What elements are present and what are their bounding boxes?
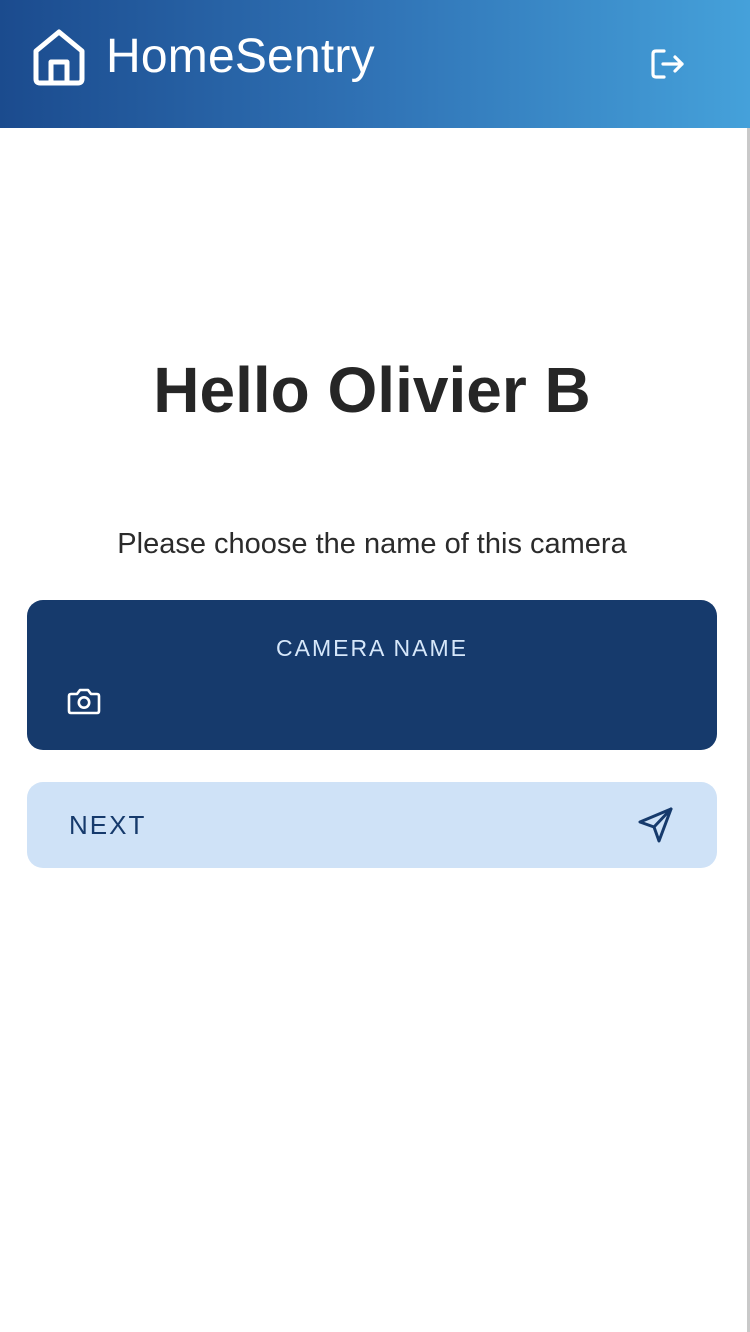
camera-name-field[interactable]: CAMERA NAME xyxy=(27,600,717,750)
camera-name-prompt: Please choose the name of this camera xyxy=(117,528,627,560)
greeting-heading: Hello Olivier B xyxy=(153,354,591,426)
camera-name-label: CAMERA NAME xyxy=(276,635,468,661)
next-button-label: NEXT xyxy=(69,810,147,840)
brand: HomeSentry xyxy=(30,26,375,88)
app-title: HomeSentry xyxy=(106,30,375,83)
next-button[interactable]: NEXT xyxy=(27,782,717,868)
logout-icon xyxy=(651,49,684,79)
app-header: HomeSentry xyxy=(0,0,750,128)
camera-name-input[interactable] xyxy=(119,680,679,722)
logout-button[interactable] xyxy=(640,36,696,92)
send-icon xyxy=(638,807,673,843)
camera-icon xyxy=(67,688,101,715)
page: HomeSentry Hello Olivier B Please choose… xyxy=(0,0,750,1332)
home-icon xyxy=(33,29,85,86)
